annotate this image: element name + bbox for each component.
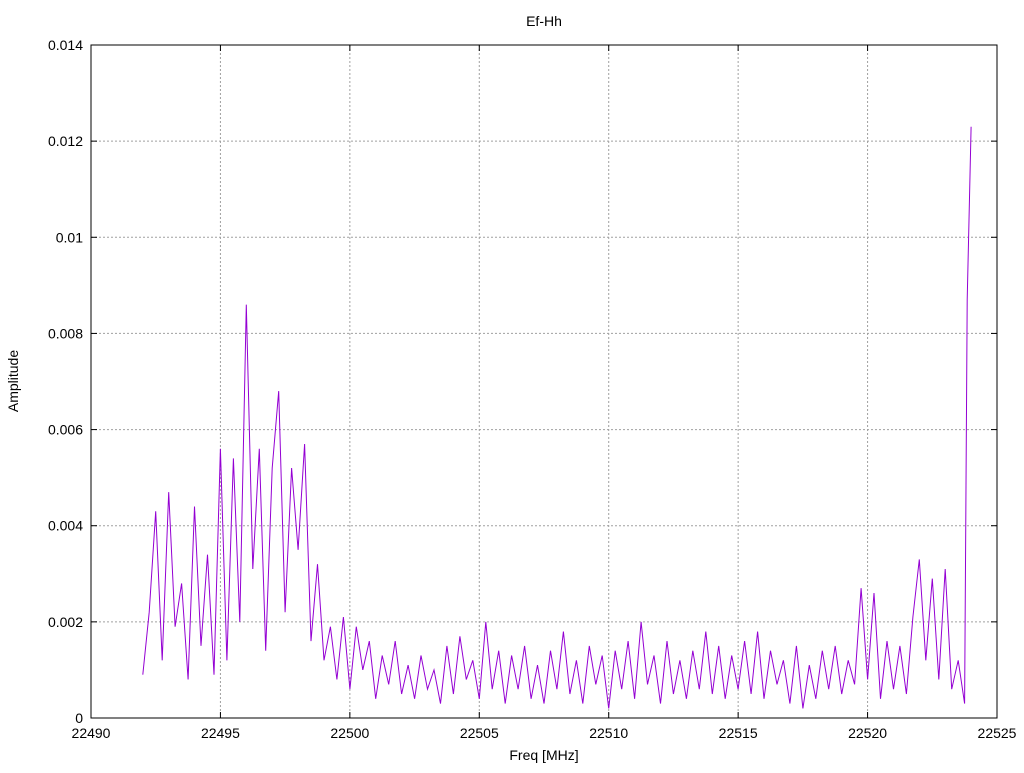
- x-tick-label: 22515: [719, 725, 758, 741]
- y-tick-label: 0.014: [48, 37, 83, 53]
- y-tick-label: 0: [75, 710, 83, 726]
- grid-lines: [91, 45, 997, 718]
- y-tick-label: 0.002: [48, 614, 83, 630]
- chart: 22490 22495 22500 22505 22510 22515 22520 22525…: [5, 13, 1017, 763]
- x-tick-label: 22495: [201, 725, 240, 741]
- x-axis-label: Freq [MHz]: [509, 747, 578, 763]
- x-tick-label: 22520: [848, 725, 887, 741]
- x-tick-label: 22525: [978, 725, 1017, 741]
- x-tick-label: 22500: [330, 725, 369, 741]
- x-tick-label: 22505: [460, 725, 499, 741]
- y-axis-label: Amplitude: [5, 350, 21, 412]
- chart-title: Ef-Hh: [526, 13, 562, 29]
- y-tick-label: 0.008: [48, 325, 83, 341]
- series-line-ef-hh: [142, 126, 972, 709]
- x-tick-label: 22510: [589, 725, 628, 741]
- x-axis: 22490 22495 22500 22505 22510 22515 22520 22525: [72, 45, 1017, 741]
- x-tick-label: 22490: [72, 725, 111, 741]
- y-tick-label: 0.006: [48, 422, 83, 438]
- y-tick-label: 0.012: [48, 133, 83, 149]
- plot-frame: [90, 44, 998, 719]
- y-tick-label: 0.01: [56, 229, 83, 245]
- y-tick-label: 0.004: [48, 518, 83, 534]
